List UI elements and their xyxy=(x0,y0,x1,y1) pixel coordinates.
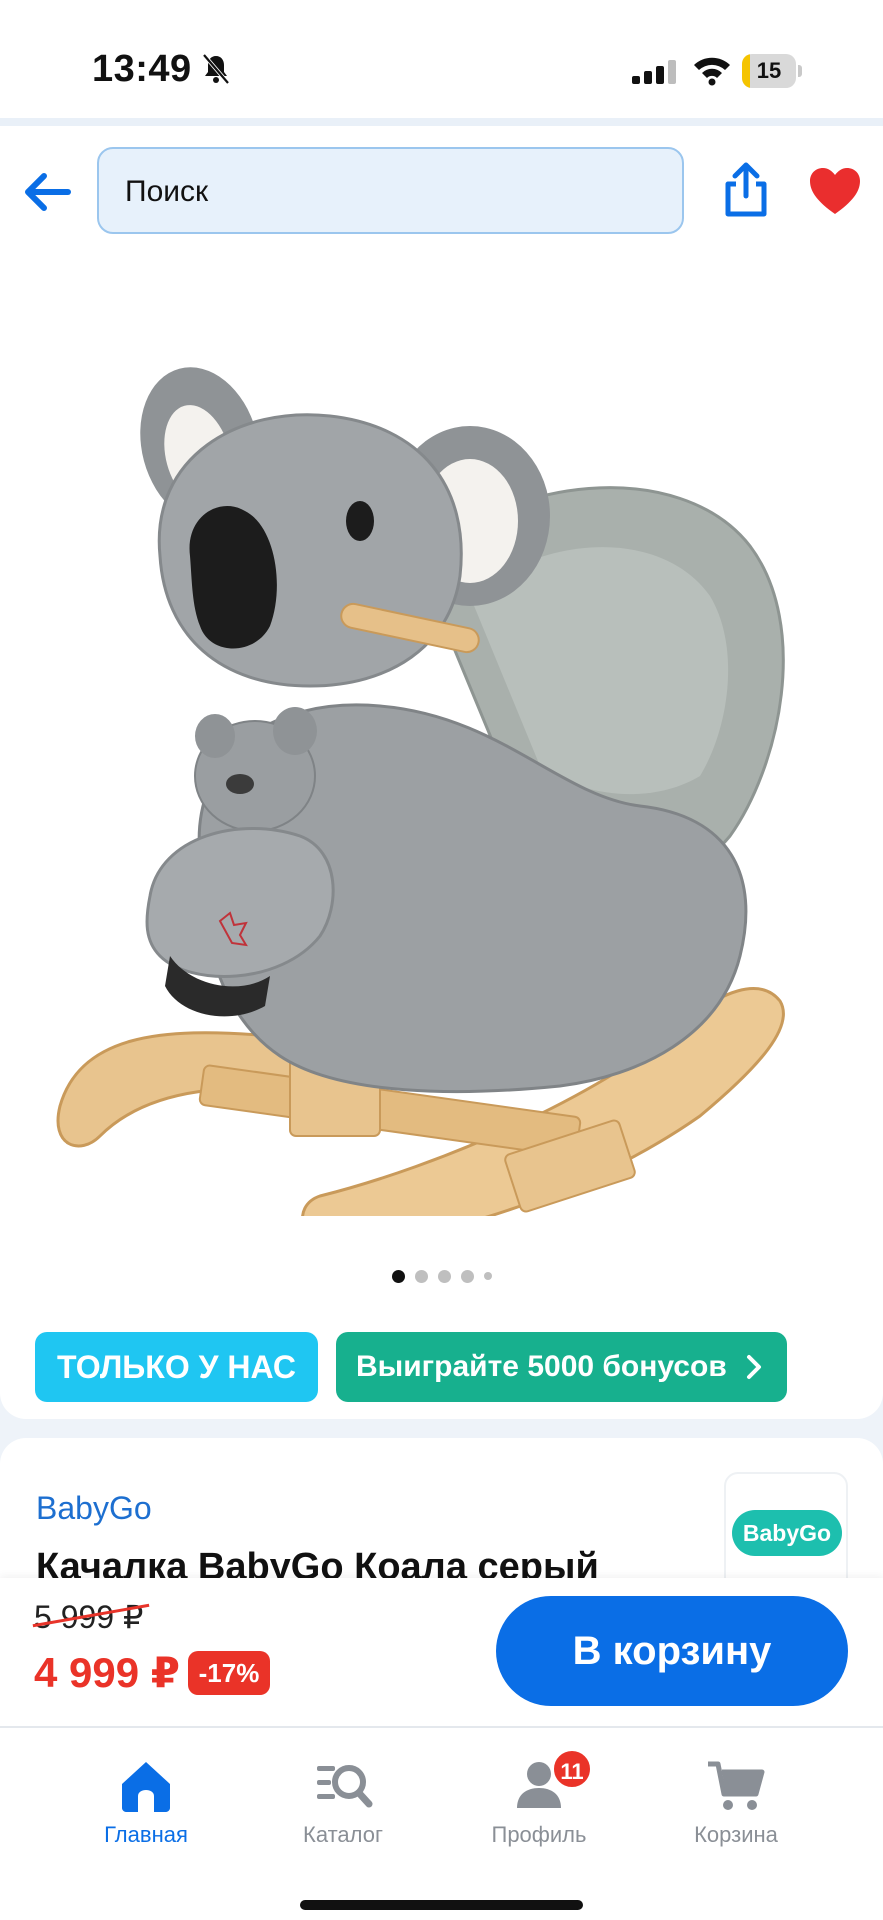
product-gallery-card: ТОЛЬКО У НАС Выиграйте 5000 бонусов xyxy=(0,256,883,1419)
brand-link[interactable]: BabyGo xyxy=(36,1490,152,1527)
bottom-navigation: Главная Каталог 11 Профиль Корзина xyxy=(0,1726,883,1920)
carousel-dot[interactable] xyxy=(437,1269,451,1283)
brand-logo[interactable]: BabyGo xyxy=(724,1472,848,1578)
promo-badges: ТОЛЬКО У НАС Выиграйте 5000 бонусов xyxy=(35,1332,787,1404)
nav-label-home: Главная xyxy=(104,1822,188,1847)
nav-label-cart: Корзина xyxy=(694,1822,778,1847)
carousel-indicator[interactable] xyxy=(0,1266,883,1286)
carousel-dot[interactable] xyxy=(391,1269,405,1283)
share-icon[interactable] xyxy=(722,162,770,218)
nav-label-profile: Профиль xyxy=(491,1822,587,1847)
bell-off-icon xyxy=(202,53,230,85)
carousel-dot[interactable] xyxy=(483,1272,492,1280)
chevron-right-icon xyxy=(746,1355,761,1379)
profile-notification-badge: 11 xyxy=(551,1748,593,1790)
carousel-dot[interactable] xyxy=(460,1269,474,1283)
carousel-dot[interactable] xyxy=(414,1269,428,1283)
nav-label-catalog: Каталог xyxy=(303,1822,383,1847)
status-bar: 13:49 15 xyxy=(0,0,883,118)
cart-icon xyxy=(708,1761,765,1810)
battery-icon: 15 xyxy=(742,54,802,88)
search-placeholder: Поиск xyxy=(125,175,209,208)
top-divider xyxy=(0,118,883,126)
bonus-promo-label: Выиграйте 5000 бонусов xyxy=(355,1350,727,1383)
bonus-promo-button[interactable]: Выиграйте 5000 бонусов xyxy=(335,1332,787,1402)
brand-logo-text: BabyGo xyxy=(732,1510,842,1556)
product-info-card: BabyGo Качалка BabyGo Коала серый BabyGo xyxy=(0,1438,883,1578)
current-price: 4 999 ₽ xyxy=(34,1649,180,1696)
product-title: Качалка BabyGo Коала серый xyxy=(36,1546,599,1578)
header: Поиск xyxy=(0,126,883,256)
back-arrow-icon[interactable] xyxy=(22,166,74,218)
nav-item-cart[interactable]: Корзина xyxy=(646,1758,826,1868)
signal-icon xyxy=(632,60,676,84)
home-icon xyxy=(122,1762,170,1812)
catalog-icon xyxy=(317,1765,373,1808)
nav-item-catalog[interactable]: Каталог xyxy=(253,1758,433,1868)
add-to-cart-button[interactable]: В корзину xyxy=(496,1596,848,1706)
price-bar: 5 999 ₽ 4 999 ₽ -17% В корзину xyxy=(0,1578,883,1726)
nav-item-profile[interactable]: 11 Профиль xyxy=(449,1748,629,1868)
discount-badge: -17% xyxy=(188,1651,270,1695)
exclusive-badge[interactable]: ТОЛЬКО У НАС xyxy=(35,1332,318,1402)
favorite-heart-icon[interactable] xyxy=(808,166,862,216)
nav-item-home[interactable]: Главная xyxy=(56,1758,236,1868)
search-input[interactable]: Поиск xyxy=(97,147,684,234)
status-time: 13:49 xyxy=(92,48,192,90)
home-indicator xyxy=(300,1900,583,1910)
battery-level: 15 xyxy=(756,58,782,83)
product-image[interactable] xyxy=(40,336,840,1216)
wifi-icon xyxy=(694,57,730,86)
